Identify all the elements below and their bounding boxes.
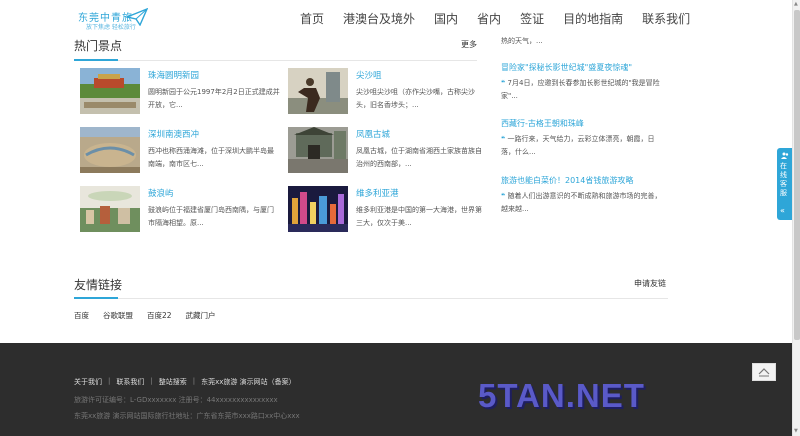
footer-address: 东莞xx旅游 演示网站国际旅行社地址：广东省东莞市xxx路口xx中心xxx: [74, 412, 300, 420]
spot-desc: 尖沙咀尖沙咀（亦作尖沙嘴，古称尖沙头，旧名香埗头；...: [356, 88, 475, 109]
news-text-wrap: ❝ 一路行来，天气给力，云彩立体漂亮，朝霞，日落，什么...: [501, 133, 665, 159]
users-icon: [781, 152, 789, 159]
news-item: 旅游也能白菜价！2014省钱旅游攻略 ❝ 随着人们出游意识的不断成熟和旅游市场的…: [501, 175, 665, 216]
page-scrollbar[interactable]: ▲ ▼: [792, 0, 800, 436]
spot-thumbnail[interactable]: [288, 68, 348, 114]
footer-site-name[interactable]: 东莞xx旅游 演示网站（备案）: [201, 377, 296, 387]
section-accent: [74, 59, 118, 61]
friend-link[interactable]: 百度: [74, 310, 89, 321]
friend-links-title: 友情链接: [74, 278, 123, 292]
news-text-wrap: ❝ 7月4日，应邀到长春参加长影世纪城的"我是冒险家"...: [501, 77, 665, 103]
footer-link-contact[interactable]: 联系我们: [116, 377, 144, 387]
spot-card[interactable]: 鼓浪屿 鼓浪屿位于福建省厦门岛西南隅，与厦门市隔海相望。原...: [80, 186, 280, 236]
news-title[interactable]: 旅游也能白菜价！2014省钱旅游攻略: [501, 175, 665, 186]
scroll-up-icon[interactable]: ▲: [794, 1, 798, 7]
page: 东莞中青旅 放下焦虑 轻松旅行 首页 港澳台及境外 国内 省内 签证 目的地指南…: [0, 0, 800, 436]
back-to-top-button[interactable]: [752, 363, 776, 381]
collapse-icon: «: [780, 206, 785, 215]
separator: |: [150, 377, 153, 385]
site-footer: 关于我们 | 联系我们 | 整站搜索 | 东莞xx旅游 演示网站（备案） 旅游许…: [0, 343, 792, 436]
footer-link-search[interactable]: 整站搜索: [159, 377, 187, 387]
online-service-label: 在线客服: [780, 162, 787, 197]
nav-home[interactable]: 首页: [300, 10, 324, 27]
spot-card[interactable]: 尖沙咀 尖沙咀尖沙咀（亦作尖沙嘴，古称尖沙头，旧名香埗头；...: [288, 68, 488, 118]
spot-desc: 维多利亚港是中国的第一大海港，世界第三大，仅次于美...: [356, 206, 482, 227]
scrollbar-thumb[interactable]: [794, 10, 800, 340]
footer-link-about[interactable]: 关于我们: [74, 377, 102, 387]
news-item: 热的天气，...: [501, 33, 665, 48]
news-text: 7月4日，应邀到长春参加长影世纪城的"我是冒险家"...: [501, 79, 660, 100]
spot-desc: 鼓浪屿位于福建省厦门岛西南隅，与厦门市隔海相望。原...: [148, 206, 274, 227]
site-logo[interactable]: 东莞中青旅 放下焦虑 轻松旅行: [76, 6, 148, 32]
spot-name[interactable]: 珠海圆明新园: [148, 69, 199, 81]
spot-desc: 西冲也称西涌海滩，位于深圳大鹏半岛最南端，南市区七...: [148, 147, 274, 168]
news-item: 西藏行-古格王朝和珠峰 ❝ 一路行来，天气给力，云彩立体漂亮，朝霞，日落，什么.…: [501, 118, 665, 159]
section-divider: [74, 60, 477, 61]
watermark-text: 5TAN.NET: [478, 377, 645, 414]
spot-name[interactable]: 鼓浪屿: [148, 187, 174, 199]
paper-plane-icon: [126, 8, 148, 26]
friend-links-list: 百度 谷歌联盟 百度22 武藏门户: [74, 310, 230, 321]
hot-spots-more-link[interactable]: 更多: [461, 39, 477, 50]
footer-links: 关于我们 | 联系我们 | 整站搜索 | 东莞xx旅游 演示网站（备案）: [74, 377, 296, 387]
spot-name[interactable]: 维多利亚港: [356, 187, 399, 199]
separator: |: [192, 377, 196, 385]
apply-link-button[interactable]: 申请友链: [634, 278, 666, 289]
news-text: 一路行来，天气给力，云彩立体漂亮，朝霞，日落，什么...: [501, 135, 655, 156]
news-item: 冒险家"探秘长影世纪城"盛夏夜惊魂" ❝ 7月4日，应邀到长春参加长影世纪城的"…: [501, 62, 665, 103]
spot-desc: 凤凰古城，位于湖南省湘西土家族苗族自治州的西南部，...: [356, 147, 482, 168]
spot-thumbnail[interactable]: [80, 68, 140, 114]
spot-thumbnail[interactable]: [288, 186, 348, 232]
news-title[interactable]: 西藏行-古格王朝和珠峰: [501, 118, 665, 129]
hot-spots-title: 热门景点: [74, 39, 123, 53]
nav-hk-macau-taiwan[interactable]: 港澳台及境外: [343, 10, 415, 27]
spot-name[interactable]: 尖沙咀: [356, 69, 382, 81]
spot-thumbnail[interactable]: [80, 186, 140, 232]
spot-card[interactable]: 维多利亚港 维多利亚港是中国的第一大海港，世界第三大，仅次于美...: [288, 186, 488, 236]
spot-card[interactable]: 深圳南澳西冲 西冲也称西涌海滩，位于深圳大鹏半岛最南端，南市区七...: [80, 127, 280, 177]
nav-domestic[interactable]: 国内: [434, 10, 458, 27]
scroll-down-icon[interactable]: ▼: [794, 428, 798, 434]
news-text: 热的天气，...: [501, 37, 543, 45]
site-header: 东莞中青旅 放下焦虑 轻松旅行 首页 港澳台及境外 国内 省内 签证 目的地指南…: [0, 0, 792, 34]
spot-card[interactable]: 凤凰古城 凤凰古城，位于湖南省湘西土家族苗族自治州的西南部，...: [288, 127, 488, 177]
arrow-up-icon: [758, 368, 770, 377]
footer-license: 旅游许可证编号：L-GDxxxxxxx 注册号：44xxxxxxxxxxxxxx…: [74, 396, 278, 404]
spot-card[interactable]: 珠海圆明新园 圆明新园于公元1997年2月2日正式建成并开放，它...: [80, 68, 280, 118]
nav-province[interactable]: 省内: [477, 10, 501, 27]
friend-link[interactable]: 谷歌联盟: [103, 310, 133, 321]
nav-contact[interactable]: 联系我们: [642, 10, 690, 27]
section-accent: [74, 297, 118, 299]
news-text-wrap: ❝ 随着人们出游意识的不断成熟和旅游市场的完善，越来越...: [501, 190, 665, 216]
spot-desc: 圆明新园于公元1997年2月2日正式建成并开放，它...: [148, 88, 280, 109]
news-text: 随着人们出游意识的不断成熟和旅游市场的完善，越来越...: [501, 192, 662, 213]
separator: |: [108, 377, 111, 385]
friend-link[interactable]: 武藏门户: [186, 310, 216, 321]
nav-destination-guide[interactable]: 目的地指南: [563, 10, 623, 27]
online-service-tab[interactable]: 在线客服 «: [777, 148, 792, 220]
section-divider: [74, 298, 668, 299]
spot-name[interactable]: 凤凰古城: [356, 128, 390, 140]
nav-visa[interactable]: 签证: [520, 10, 544, 27]
main-nav: 首页 港澳台及境外 国内 省内 签证 目的地指南 联系我们: [300, 10, 709, 27]
news-title[interactable]: 冒险家"探秘长影世纪城"盛夏夜惊魂": [501, 62, 665, 73]
spot-thumbnail[interactable]: [288, 127, 348, 173]
spot-thumbnail[interactable]: [80, 127, 140, 173]
friend-link[interactable]: 百度22: [147, 310, 172, 321]
spot-name[interactable]: 深圳南澳西冲: [148, 128, 199, 140]
